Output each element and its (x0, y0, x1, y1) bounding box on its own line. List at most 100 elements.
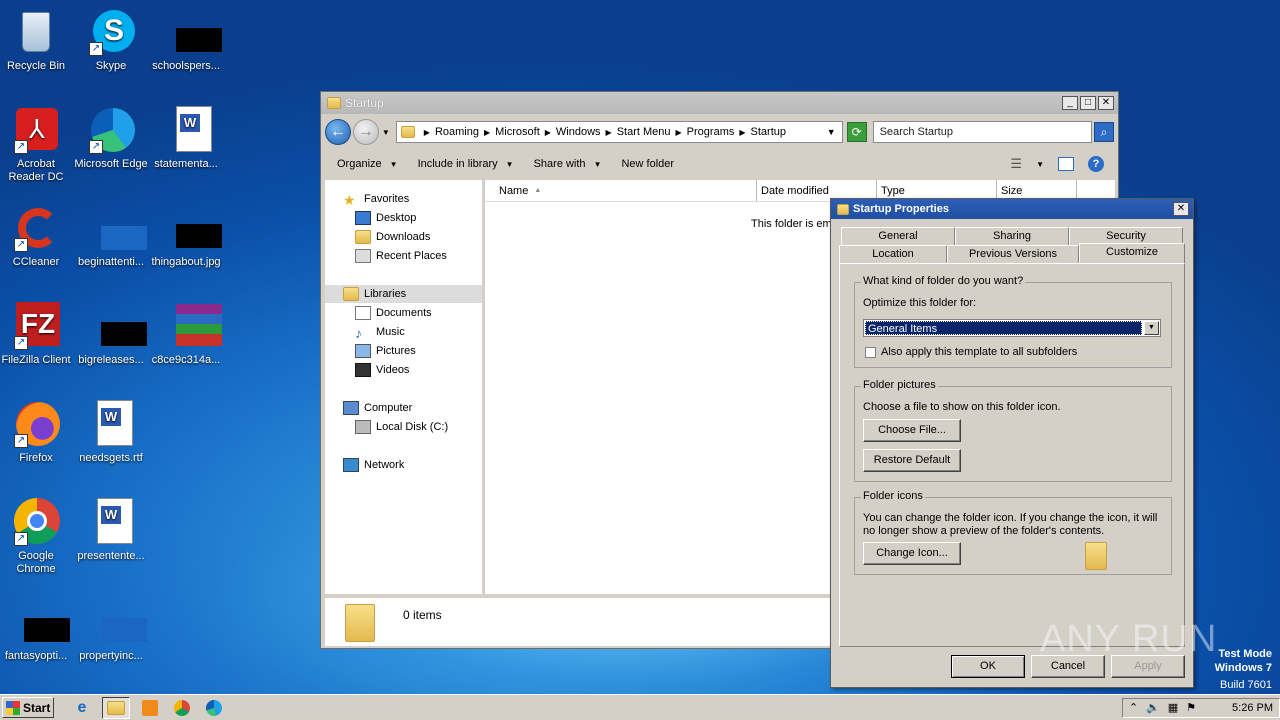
word-document-icon: W (87, 498, 135, 546)
apply-subfolders-checkbox[interactable] (865, 347, 876, 358)
taskbar-ie[interactable]: e (70, 697, 94, 719)
desktop-icon-statementa[interactable]: W statementa... (148, 106, 224, 171)
startup-properties-dialog[interactable]: Startup Properties ✕ General Sharing Sec… (830, 198, 1194, 688)
nav-videos[interactable]: Videos (355, 363, 409, 377)
tab-general[interactable]: General (841, 227, 955, 245)
nav-network[interactable]: Network (343, 458, 404, 472)
breadcrumb-microsoft[interactable]: Microsoft (495, 126, 540, 138)
desktop-icon-skype[interactable]: S ↗ Skype (73, 8, 149, 73)
desktop-icon-presentente[interactable]: W presentente... (73, 498, 149, 563)
desktop-icon-acrobat[interactable]: ⅄ ↗ Acrobat Reader DC (0, 106, 74, 184)
forward-button[interactable]: → (352, 119, 379, 145)
media-player-icon (142, 699, 158, 716)
tab-customize[interactable]: Customize (1079, 243, 1185, 263)
taskbar-explorer[interactable] (102, 696, 130, 719)
optimize-folder-select[interactable]: General Items ▼ (863, 319, 1161, 337)
breadcrumb-programs[interactable]: Programs (687, 126, 735, 138)
address-bar[interactable]: ▶ Roaming ▶ Microsoft ▶ Windows ▶ Start Menu… (395, 121, 843, 143)
nav-desktop[interactable]: Desktop (355, 211, 416, 225)
edge-icon (206, 699, 222, 716)
firefox-icon: ↗ (12, 400, 60, 448)
change-icon-button[interactable]: Change Icon... (863, 542, 961, 565)
organize-button[interactable]: Organize ▼ (337, 158, 398, 170)
breadcrumb-windows[interactable]: Windows (556, 126, 601, 138)
minimize-button[interactable]: _ (1062, 96, 1078, 110)
nav-libraries[interactable]: Libraries (343, 287, 406, 301)
desktop-icon-recycle-bin[interactable]: Recycle Bin (0, 8, 74, 73)
close-button[interactable]: ✕ (1098, 96, 1114, 110)
chevron-down-icon[interactable]: ▼ (1036, 160, 1044, 169)
folder-icon (837, 203, 849, 215)
taskbar-edge[interactable] (202, 697, 226, 719)
desktop-icon-firefox[interactable]: ↗ Firefox (0, 400, 74, 465)
computer-icon (343, 401, 359, 415)
nav-documents[interactable]: Documents (355, 306, 432, 320)
recent-pages-chevron-icon[interactable]: ▼ (382, 128, 390, 137)
new-folder-button[interactable]: New folder (621, 158, 674, 170)
share-with-button[interactable]: Share with ▼ (534, 158, 602, 170)
action-center-flag-icon[interactable]: ⚑ (1186, 701, 1196, 714)
nav-recent-places[interactable]: Recent Places (355, 249, 447, 263)
desktop-icon-schoolspers[interactable]: schoolspers... (148, 8, 224, 73)
clock[interactable]: 5:26 PM (1232, 702, 1273, 714)
maximize-button[interactable]: □ (1080, 96, 1096, 110)
help-icon[interactable]: ? (1088, 156, 1104, 172)
desktop-icon-fantasyopti[interactable]: fantasyopti... (0, 616, 74, 663)
preview-pane-icon[interactable] (1058, 157, 1074, 171)
view-options-icon[interactable]: ☰ (1010, 156, 1022, 172)
desktop-icon-bigreleases[interactable]: bigreleases... (73, 302, 149, 367)
nav-computer[interactable]: Computer (343, 401, 412, 415)
breadcrumb-start-menu[interactable]: Start Menu (617, 126, 671, 138)
breadcrumb-startup[interactable]: Startup (751, 126, 786, 138)
tab-previous-versions[interactable]: Previous Versions (947, 245, 1079, 263)
search-icon[interactable]: ⌕ (1094, 122, 1114, 142)
tab-sharing[interactable]: Sharing (955, 227, 1069, 245)
redacted-file-icon (162, 204, 222, 252)
item-count: 0 items (403, 608, 442, 622)
dialog-titlebar[interactable]: Startup Properties ✕ (831, 199, 1193, 219)
network-tray-icon[interactable]: ▦ (1168, 701, 1178, 714)
desktop-icon-propertyinc[interactable]: propertyinc... (73, 616, 149, 663)
taskbar-chrome[interactable] (170, 697, 194, 719)
taskbar-media-player[interactable] (138, 697, 162, 719)
nav-local-disk[interactable]: Local Disk (C:) (355, 420, 448, 434)
winrar-archive-icon (162, 302, 222, 350)
desktop-icon-ccleaner[interactable]: ↗ CCleaner (0, 204, 74, 269)
desktop-icon-thingabout[interactable]: thingabout.jpg (148, 204, 224, 269)
desktop-icon-edge[interactable]: ↗ Microsoft Edge (73, 106, 149, 171)
hard-drive-icon (355, 420, 371, 434)
refresh-button[interactable]: ⟳ (846, 122, 867, 142)
include-in-library-button[interactable]: Include in library ▼ (418, 158, 514, 170)
nav-music[interactable]: ♪ Music (355, 325, 405, 341)
nav-favorites[interactable]: ★ Favorites (343, 192, 409, 208)
back-button[interactable]: ← (325, 119, 351, 145)
folder-icon (327, 97, 341, 109)
navigation-pane: ★ Favorites Desktop Downloads Recent Plac… (325, 180, 482, 594)
ok-button[interactable]: OK (951, 655, 1025, 678)
start-button[interactable]: Start (2, 697, 54, 718)
restore-default-button[interactable]: Restore Default (863, 449, 961, 472)
folder-icon (107, 700, 125, 715)
desktop-icon-c8ce9c314a[interactable]: c8ce9c314a... (148, 302, 224, 367)
choose-file-button[interactable]: Choose File... (863, 419, 961, 442)
word-document-icon: W (87, 400, 135, 448)
nav-pictures[interactable]: Pictures (355, 344, 416, 358)
folder-type-group: What kind of folder do you want? Optimiz… (854, 275, 1172, 368)
volume-icon[interactable]: 🔈 (1146, 701, 1160, 714)
chevron-down-icon[interactable]: ▼ (1144, 321, 1159, 335)
word-document-icon: W (162, 106, 212, 154)
show-hidden-icons-icon[interactable]: ⌃ (1129, 701, 1138, 714)
search-input[interactable]: Search Startup (872, 121, 1093, 143)
breadcrumb-roaming[interactable]: Roaming (435, 126, 479, 138)
explorer-titlebar[interactable]: Startup _ □ ✕ (321, 92, 1118, 114)
desktop-icon-chrome[interactable]: ↗ Google Chrome (0, 498, 74, 576)
address-dropdown-icon[interactable]: ▼ (827, 127, 836, 137)
skype-icon: S ↗ (87, 8, 135, 56)
close-button[interactable]: ✕ (1173, 202, 1189, 216)
desktop-icon-needsgets[interactable]: W needsgets.rtf (73, 400, 149, 465)
nav-downloads[interactable]: Downloads (355, 230, 430, 244)
tab-location[interactable]: Location (839, 245, 947, 263)
desktop-icon-filezilla[interactable]: FZ ↗ FileZilla Client (0, 302, 74, 367)
desktop-icon-beginattenti[interactable]: beginattenti... (73, 204, 149, 269)
column-header-name[interactable]: Name ▲ (485, 180, 757, 202)
